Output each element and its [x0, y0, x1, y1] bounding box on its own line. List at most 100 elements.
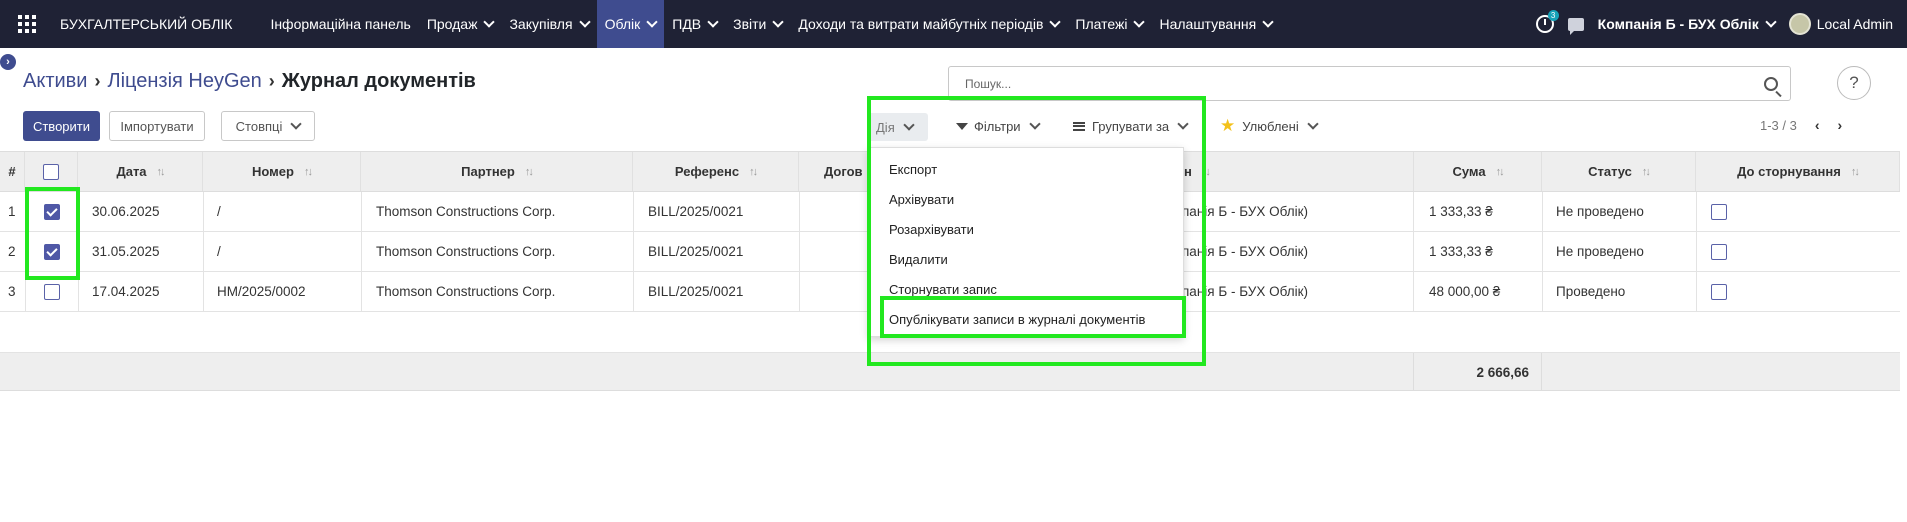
- menu-item-reports[interactable]: Звіти: [725, 0, 790, 48]
- cell-date: 30.06.2025: [92, 204, 160, 219]
- menu-item-accounting[interactable]: Облік: [596, 0, 665, 48]
- cell-company: панія Б - БУХ Облік): [1182, 204, 1308, 219]
- menu-item-label: Доходи та витрати майбутніх періодів: [798, 16, 1044, 32]
- column-header-reference[interactable]: Референс ↑↓: [633, 152, 799, 191]
- select-all-checkbox[interactable]: [43, 163, 59, 180]
- menu-item-archive[interactable]: Архівувати: [869, 184, 1183, 214]
- column-header-date[interactable]: Дата ↑↓: [78, 152, 203, 191]
- header-label: Номер: [252, 164, 294, 179]
- menu-item-payments[interactable]: Платежі: [1067, 0, 1151, 48]
- reverse-checkbox[interactable]: [1711, 243, 1727, 260]
- app-brand[interactable]: БУХГАЛТЕРСЬКИЙ ОБЛІК: [60, 16, 232, 32]
- menu-item-label: ПДВ: [672, 16, 702, 32]
- breadcrumb-link-license[interactable]: Ліцензія HeyGen: [107, 70, 261, 93]
- page-title: Журнал документів: [281, 70, 476, 92]
- reverse-checkbox[interactable]: [1711, 203, 1727, 220]
- menu-item-reverse-entry[interactable]: Сторнувати запис: [869, 274, 1183, 304]
- row-select: [44, 272, 60, 311]
- sort-icon: ↑↓: [303, 165, 313, 178]
- cell-status: Не проведено: [1556, 204, 1644, 219]
- chevron-down-icon: [1028, 118, 1041, 130]
- menu-item-label: Звіти: [733, 16, 767, 32]
- chevron-down-icon: [483, 16, 496, 28]
- menu-item-purchase[interactable]: Закупівля: [501, 0, 596, 48]
- sort-icon: ↑↓: [524, 165, 534, 178]
- user-menu[interactable]: Local Admin: [1788, 13, 1893, 35]
- create-button[interactable]: Створити: [23, 111, 100, 141]
- cell-reverse: [1711, 272, 1727, 311]
- company-label: Компанія Б - БУХ Облік: [1597, 16, 1759, 32]
- search-icon[interactable]: [1764, 77, 1778, 91]
- action-button[interactable]: Дія: [868, 113, 928, 141]
- sort-icon: ↑↓: [156, 165, 166, 178]
- filter-icon: [956, 122, 968, 130]
- cell-reference: BILL/2025/0021: [648, 244, 744, 259]
- menu-item-deferrals[interactable]: Доходи та витрати майбутніх періодів: [790, 0, 1067, 48]
- activity-clock-icon[interactable]: 3: [1535, 10, 1559, 33]
- sort-icon: ↑↓: [749, 165, 758, 178]
- cell-reverse: [1711, 192, 1727, 231]
- chat-icon[interactable]: [1567, 17, 1584, 35]
- cell-company: панія Б - БУХ Облік): [1182, 244, 1308, 259]
- row-select: [44, 232, 60, 271]
- header-label: Дата: [116, 164, 147, 179]
- reverse-checkbox[interactable]: [1711, 283, 1727, 300]
- column-header-select: [25, 152, 78, 191]
- menu-item-dashboard[interactable]: Інформаційна панель: [262, 0, 418, 48]
- apps-grid-icon[interactable]: [18, 15, 36, 33]
- chevron-down-icon: [903, 119, 915, 131]
- company-switcher[interactable]: Компанія Б - БУХ Облік: [1597, 16, 1777, 32]
- cell-amount: 1 333,33 ₴: [1429, 204, 1493, 219]
- menu-item-label: Продаж: [426, 16, 478, 32]
- groupby-button[interactable]: Групувати за: [1073, 113, 1189, 139]
- column-header-company[interactable]: н ↑↓: [1184, 152, 1214, 191]
- pager-prev-icon[interactable]: ‹: [1815, 117, 1820, 133]
- help-button[interactable]: ?: [1837, 66, 1871, 100]
- menu-item-label: Облік: [604, 16, 641, 32]
- breadcrumb-link-assets[interactable]: Активи: [23, 70, 87, 93]
- favorites-label: Улюблені: [1242, 118, 1299, 134]
- chevron-down-icon: [646, 16, 658, 28]
- chevron-down-icon: [1765, 16, 1777, 28]
- column-header-reverse[interactable]: До сторнування ↑↓: [1696, 152, 1900, 191]
- column-header-amount[interactable]: Сума ↑↓: [1413, 152, 1542, 191]
- column-header-contract[interactable]: Догов: [799, 152, 869, 191]
- menu-item-unarchive[interactable]: Розархівувати: [869, 214, 1183, 244]
- column-header-status[interactable]: Статус ↑↓: [1542, 152, 1696, 191]
- chevron-down-icon: [1049, 16, 1062, 28]
- header-label: н: [1184, 164, 1192, 179]
- column-header-partner[interactable]: Партнер ↑↓: [361, 152, 633, 191]
- column-header-number[interactable]: Номер ↑↓: [203, 152, 361, 191]
- row-checkbox[interactable]: [44, 243, 60, 260]
- cell-company: панія Б - БУХ Облік): [1182, 284, 1308, 299]
- filters-button[interactable]: Фільтри: [956, 113, 1041, 139]
- navbar-right: 3 Компанія Б - БУХ Облік Local Admin: [1535, 0, 1907, 48]
- pager-range[interactable]: 1-3 / 3: [1760, 118, 1797, 133]
- header-label: Референс: [674, 164, 740, 179]
- menu-item-sales[interactable]: Продаж: [419, 0, 502, 48]
- menu-item-delete[interactable]: Видалити: [869, 244, 1183, 274]
- column-header-num: #: [0, 152, 25, 191]
- menu-item-vat[interactable]: ПДВ: [664, 0, 725, 48]
- favorites-button[interactable]: ★ Улюблені: [1220, 113, 1319, 139]
- sidebar-toggle-icon[interactable]: ›: [0, 54, 16, 70]
- chevron-down-icon: [1307, 118, 1319, 130]
- cell-date: 31.05.2025: [92, 244, 160, 259]
- menu-item-label: Інформаційна панель: [270, 16, 411, 32]
- cell-amount: 48 000,00 ₴: [1429, 284, 1501, 299]
- import-button[interactable]: Імпортувати: [109, 111, 205, 141]
- total-amount: 2 666,66: [1413, 353, 1542, 391]
- activity-badge: 3: [1547, 10, 1559, 21]
- row-checkbox[interactable]: [44, 203, 60, 220]
- row-checkbox[interactable]: [44, 283, 60, 300]
- menu-item-settings[interactable]: Налаштування: [1151, 0, 1280, 48]
- menu-item-post-entries[interactable]: Опублікувати записи в журналі документів: [869, 304, 1183, 334]
- pager-next-icon[interactable]: ›: [1838, 117, 1843, 133]
- cell-date: 17.04.2025: [92, 284, 160, 299]
- cell-reference: BILL/2025/0021: [648, 284, 744, 299]
- chevron-down-icon: [1177, 118, 1189, 130]
- menu-item-export[interactable]: Експорт: [869, 154, 1183, 184]
- columns-button[interactable]: Стовпці: [221, 111, 315, 141]
- breadcrumb: Активи › Ліцензія HeyGen › Журнал докуме…: [23, 70, 476, 93]
- search-input[interactable]: Пошук...: [948, 66, 1791, 101]
